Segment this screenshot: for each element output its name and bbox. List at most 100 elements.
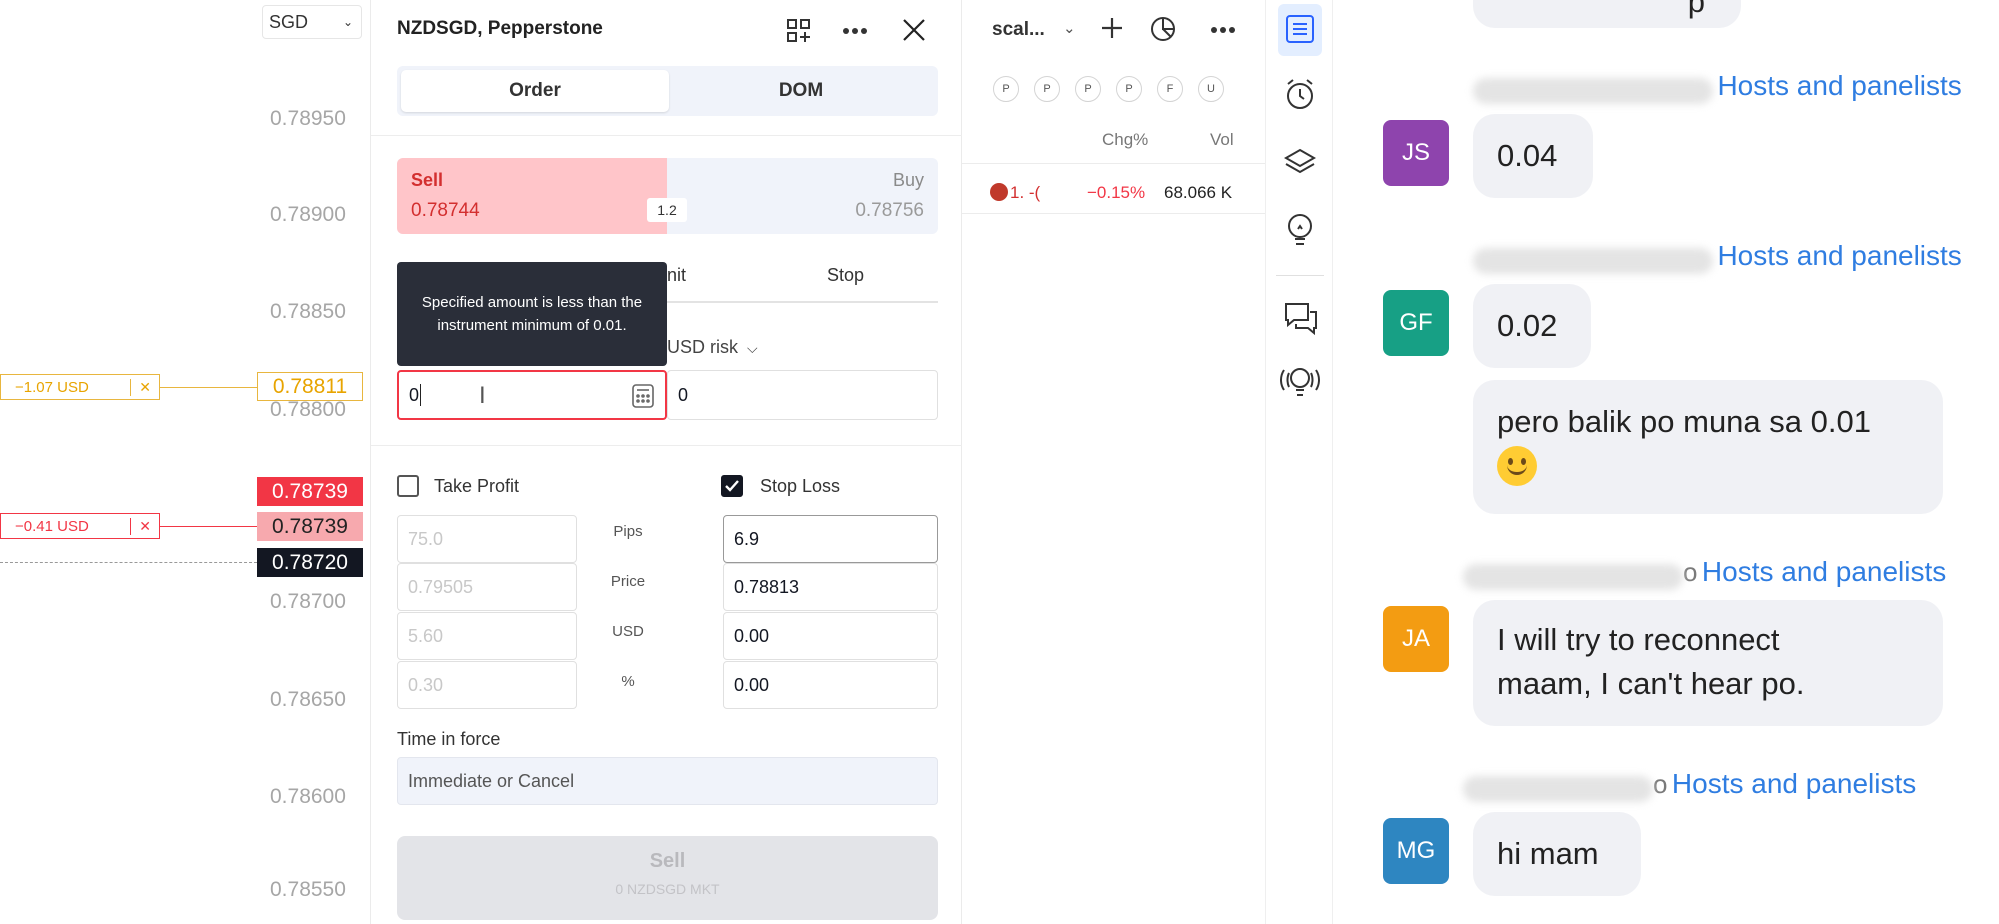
sl-pips-input[interactable]: 6.9 — [723, 515, 938, 563]
sell-label: Sell — [411, 170, 444, 190]
sl-price-input[interactable]: 0.78813 — [723, 563, 938, 611]
price-tick: 0.78950 — [270, 107, 346, 130]
more-icon[interactable] — [1207, 17, 1239, 43]
message-text: 0.02 — [1497, 308, 1558, 343]
panel-title: NZDSGD, Pepperstone — [397, 18, 603, 39]
time-in-force-select[interactable]: Immediate or Cancel — [397, 757, 938, 805]
avatar: JS — [1383, 120, 1449, 186]
tab-stop[interactable]: Stop — [827, 265, 864, 286]
watchlist-name[interactable]: scal... — [992, 19, 1045, 41]
message-bubble: I will try to reconnect maam, I can't he… — [1473, 600, 1943, 726]
sl-usd-input[interactable]: 0.00 — [723, 612, 938, 660]
tp-price-input[interactable]: 0.79505 — [397, 563, 577, 611]
symbol-volume: 68.066 K — [1164, 183, 1233, 202]
column-vol[interactable]: Vol — [1210, 130, 1234, 150]
usd-label: USD — [612, 623, 644, 640]
filter-chip[interactable]: P — [993, 76, 1019, 102]
message-bubble: 0.04 — [1473, 114, 1593, 198]
price-tick: 0.78700 — [270, 590, 346, 613]
quantity-value: 0 — [409, 384, 420, 405]
ideas-stream-icon[interactable] — [1278, 362, 1322, 402]
buy-label[interactable]: Buy — [893, 170, 924, 191]
submit-sub-label: 0 NZDSGD MKT — [615, 881, 720, 897]
redacted-sender — [1473, 77, 1713, 104]
recipient-prefix: o — [1653, 769, 1668, 799]
watchlist-panel: scal... ⌄ P P P P F U Chg% Vol 1. -( −0.… — [962, 0, 1265, 924]
risk-select[interactable]: USD risk ⌵ — [667, 337, 758, 358]
column-chg[interactable]: Chg% — [1102, 130, 1148, 150]
position-pnl: −0.41 USD — [15, 517, 89, 535]
message-bubble: p — [1473, 0, 1741, 28]
chevron-down-icon[interactable]: ⌄ — [1063, 19, 1076, 37]
price-tick: 0.78600 — [270, 785, 346, 808]
layers-icon[interactable] — [1282, 146, 1318, 178]
tp-usd-input[interactable]: 5.60 — [397, 612, 577, 660]
stop-loss-label: Stop Loss — [760, 476, 841, 496]
take-profit-checkbox[interactable] — [397, 475, 419, 497]
close-icon[interactable]: ✕ — [130, 378, 151, 396]
recipient-prefix: o — [1683, 557, 1698, 587]
sell-price: 0.78744 — [411, 200, 480, 221]
position-price-tag: 0.78811 — [257, 372, 363, 401]
filter-chip[interactable]: P — [1116, 76, 1142, 102]
tab-order[interactable]: Order — [401, 70, 669, 112]
spread-badge: 1.2 — [647, 198, 687, 222]
quantity-input[interactable]: 0 I — [397, 370, 667, 420]
symbol-name: 1. -( — [1010, 183, 1041, 202]
flag-icon — [990, 183, 1008, 201]
message-header: o Hosts and panelists — [1463, 556, 1946, 590]
currency-select[interactable]: SGD ⌄ — [262, 5, 362, 39]
submit-sell-button[interactable]: Sell 0 NZDSGD MKT — [397, 836, 938, 920]
risk-input[interactable]: 0 — [667, 370, 938, 420]
recipient-label: Hosts and panelists — [1701, 556, 1947, 587]
price-tick: 0.78650 — [270, 688, 346, 711]
open-position[interactable]: −0.41 USD ✕ — [0, 513, 160, 539]
avatar: GF — [1383, 290, 1449, 356]
more-icon[interactable] — [839, 17, 871, 45]
submit-label: Sell — [649, 850, 686, 872]
calculator-icon[interactable] — [631, 383, 655, 409]
filter-chip[interactable]: P — [1034, 76, 1060, 102]
sl-percent-input[interactable]: 0.00 — [723, 661, 938, 709]
recipient-label: Hosts and panelists — [1717, 240, 1962, 271]
watchlist-row[interactable]: 1. -( −0.15% 68.066 K — [962, 171, 1265, 214]
tab-dom[interactable]: DOM — [667, 70, 935, 112]
add-symbol-icon[interactable] — [1099, 15, 1125, 41]
position-pnl: −1.07 USD — [15, 378, 89, 396]
divider — [371, 135, 963, 136]
sell-buy-selector: Sell 0.78744 1.2 Buy 0.78756 — [397, 158, 938, 234]
last-price-line — [0, 562, 257, 563]
message-header: Hosts and panelists — [1473, 70, 1962, 104]
filter-chip[interactable]: P — [1075, 76, 1101, 102]
recipient-label: Hosts and panelists — [1671, 768, 1917, 799]
last-price-tag: 0.78720 — [257, 548, 363, 577]
message-text: I will try to reconnect — [1497, 622, 1780, 657]
alarm-clock-icon[interactable] — [1282, 76, 1318, 112]
filter-chip[interactable]: U — [1198, 76, 1224, 102]
message-text: 0.04 — [1497, 138, 1558, 173]
symbol-change: −0.15% — [1087, 183, 1146, 202]
tab-limit[interactable]: nit — [667, 265, 686, 286]
chat-icon[interactable] — [1282, 300, 1320, 336]
currency-value: SGD — [269, 11, 309, 32]
buy-price: 0.78756 — [855, 200, 924, 221]
risk-value: 0 — [678, 384, 689, 405]
message-bubble: hi mam — [1473, 812, 1641, 896]
stop-loss-position[interactable]: −1.07 USD ✕ — [0, 374, 160, 400]
layout-icon[interactable] — [785, 17, 813, 45]
message-text: pero balik po muna sa 0.01 — [1497, 404, 1871, 439]
divider — [1276, 275, 1324, 276]
chart-pie-icon[interactable] — [1148, 13, 1178, 43]
time-in-force-label: Time in force — [397, 729, 501, 749]
lightbulb-icon[interactable] — [1284, 212, 1316, 250]
price-tick: 0.78850 — [270, 300, 346, 323]
tp-pips-input[interactable]: 75.0 — [397, 515, 577, 563]
take-profit-label: Take Profit — [434, 476, 520, 496]
close-icon[interactable]: ✕ — [130, 517, 151, 535]
tp-percent-input[interactable]: 0.30 — [397, 661, 577, 709]
close-icon[interactable] — [899, 15, 929, 45]
message-bubble: 0.02 — [1473, 284, 1591, 368]
watchlist-icon[interactable] — [1278, 4, 1322, 56]
stop-loss-checkbox[interactable] — [721, 475, 743, 497]
filter-chip[interactable]: F — [1157, 76, 1183, 102]
